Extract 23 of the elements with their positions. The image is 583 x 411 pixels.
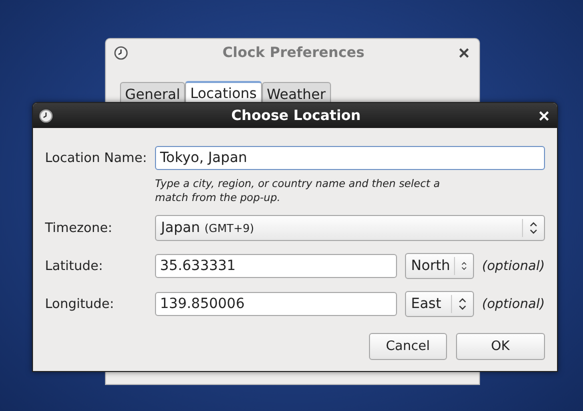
updown-arrows-icon[interactable] — [458, 297, 467, 311]
timezone-dropdown[interactable]: Japan (GMT+9) — [155, 215, 545, 241]
ok-button[interactable]: OK — [456, 333, 545, 360]
hemisphere-dropdown[interactable]: North — [405, 253, 474, 279]
hemisphere-dropdown[interactable]: East — [405, 291, 474, 317]
field-label: Latitude: — [45, 258, 104, 274]
optional-note: (optional) — [482, 258, 545, 274]
optional-note: (optional) — [482, 296, 545, 312]
location-name-field[interactable]: Tokyo, Japan — [155, 146, 545, 170]
field-label: Location Name: — [45, 150, 148, 166]
hint-text: Type a city, region, or country name and then select a match from the pop-up. — [155, 177, 441, 205]
clock-icon — [39, 108, 53, 122]
updown-arrows-icon[interactable] — [528, 221, 538, 235]
clock-icon — [114, 46, 128, 60]
updown-arrows-icon[interactable] — [460, 259, 467, 273]
dialog-title: Choose Location — [230, 108, 362, 124]
latitude-field[interactable]: 35.633331 — [155, 254, 397, 278]
field-label: Timezone: — [45, 220, 114, 236]
window-title: Clock Preferences — [222, 45, 366, 61]
field-label: Longitude: — [45, 296, 116, 312]
longitude-field[interactable]: 139.850006 — [155, 292, 397, 316]
close-icon[interactable] — [459, 48, 469, 58]
cancel-button[interactable]: Cancel — [368, 333, 447, 360]
